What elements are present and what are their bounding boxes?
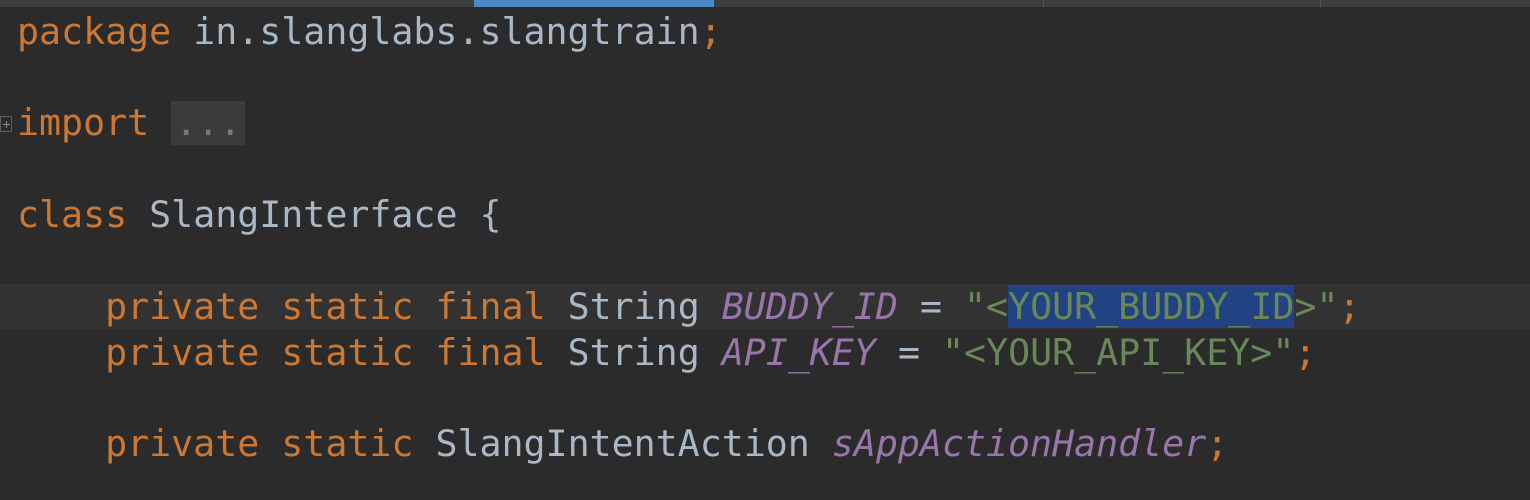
string-literal: "<YOUR_API_KEY>" — [942, 331, 1295, 374]
code-line-api-key[interactable]: private static final String API_KEY = "<… — [17, 331, 1316, 375]
semicolon: ; — [1338, 285, 1361, 328]
code-line-action-handler[interactable]: private static SlangIntentAction sAppAct… — [17, 422, 1228, 466]
field-type: String — [567, 285, 700, 328]
assign-operator: = — [897, 331, 920, 374]
editor-tab-strip — [0, 0, 1530, 7]
active-tab-indicator — [474, 0, 714, 7]
package-name: in.slanglabs.slangtrain — [193, 10, 700, 53]
assign-operator: = — [919, 285, 942, 328]
tab-separator — [1320, 0, 1321, 7]
code-line-class[interactable]: class SlangInterface { — [17, 193, 502, 237]
string-close: >" — [1294, 285, 1339, 328]
code-line-package[interactable]: package in.slanglabs.slangtrain; — [17, 10, 722, 54]
field-type: SlangIntentAction — [435, 422, 810, 465]
selected-text[interactable]: YOUR_BUDDY_ID — [1008, 285, 1295, 328]
keyword-class: class — [17, 193, 128, 236]
code-editor[interactable]: package in.slanglabs.slangtrain; import … — [0, 0, 1530, 500]
code-line-buddy-id[interactable]: private static final String BUDDY_ID = "… — [17, 285, 1360, 329]
field-modifiers: private static — [105, 422, 414, 465]
tab-separator — [1043, 0, 1044, 7]
field-type: String — [567, 331, 700, 374]
field-modifiers: private static final — [105, 331, 546, 374]
open-brace: { — [479, 193, 502, 236]
string-open: "< — [964, 285, 1009, 328]
class-name: SlangInterface — [149, 193, 458, 236]
field-name-action-handler: sAppActionHandler — [831, 422, 1207, 465]
keyword-import: import — [17, 101, 150, 144]
plus-square-icon[interactable] — [0, 116, 12, 132]
semicolon: ; — [1206, 422, 1229, 465]
field-modifiers: private static final — [105, 285, 546, 328]
keyword-package: package — [17, 10, 172, 53]
folded-imports-placeholder[interactable]: ... — [171, 101, 246, 145]
code-line-import[interactable]: import ... — [17, 101, 246, 145]
field-name-api-key: API_KEY — [721, 331, 876, 374]
semicolon: ; — [699, 10, 722, 53]
semicolon: ; — [1294, 331, 1317, 374]
field-name-buddy-id: BUDDY_ID — [721, 285, 898, 328]
